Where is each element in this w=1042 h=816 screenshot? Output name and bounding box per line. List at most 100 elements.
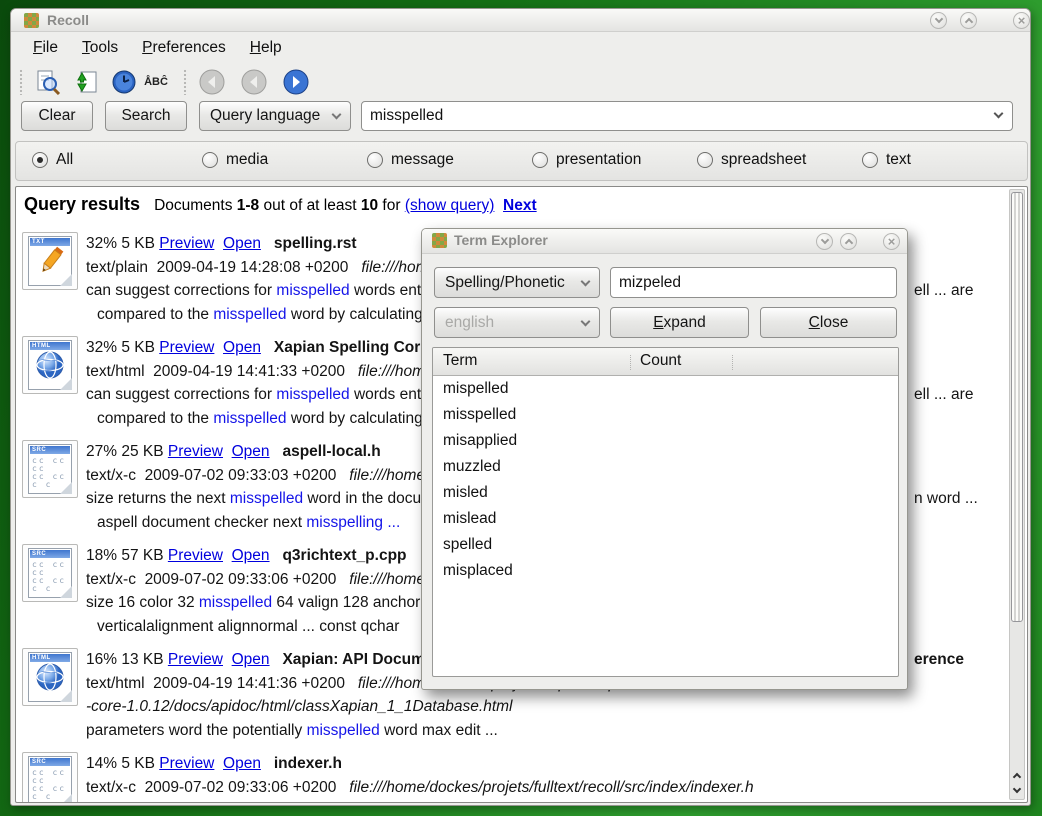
term-row[interactable]: spelled xyxy=(433,532,898,558)
toolbar-grip[interactable] xyxy=(183,69,188,95)
result-link[interactable]: Preview xyxy=(159,235,214,252)
result-link[interactable]: Preview xyxy=(159,339,214,356)
column-separator[interactable] xyxy=(732,355,733,370)
document-history-icon[interactable] xyxy=(109,68,139,96)
toolbar-grip[interactable] xyxy=(19,69,24,95)
term-row[interactable]: mispelled xyxy=(433,376,898,402)
text-segment: word by calculating ... xyxy=(287,410,440,427)
sort-parameters-icon[interactable] xyxy=(71,68,101,96)
menubar: File Tools Preferences Help xyxy=(11,33,1030,63)
scroll-up-button[interactable] xyxy=(1011,767,1023,782)
result-link[interactable]: Open xyxy=(232,443,270,460)
next-page-icon[interactable] xyxy=(281,68,311,96)
text-segment: size 16 color 32 xyxy=(86,594,199,611)
language-dropdown[interactable]: english xyxy=(434,307,600,338)
term-input[interactable] xyxy=(610,267,897,298)
result-title-line: 14% 5 KB Preview Open indexer.h xyxy=(86,752,1003,776)
column-header-term[interactable]: Term xyxy=(443,352,477,370)
text-segment: Documents xyxy=(154,197,237,214)
results-summary: Documents 1-8 out of at least 10 for (sh… xyxy=(154,197,537,215)
result-link[interactable]: Open xyxy=(223,339,261,356)
text-segment: spelling.rst xyxy=(274,235,357,252)
column-header-count[interactable]: Count xyxy=(640,352,681,370)
text-segment: q3richtext_p.cpp xyxy=(282,547,406,564)
text-segment: word max edit ... xyxy=(380,722,498,739)
count-cell xyxy=(633,454,898,480)
result-link[interactable]: Open xyxy=(223,235,261,252)
search-query-input[interactable] xyxy=(361,101,1013,131)
close-button[interactable]: × xyxy=(1013,12,1030,29)
term-row[interactable]: mislead xyxy=(433,506,898,532)
search-button[interactable]: Search xyxy=(105,101,187,131)
result-link[interactable]: Open xyxy=(232,651,270,668)
chevron-up-icon xyxy=(1013,772,1021,780)
result-link[interactable]: Preview xyxy=(159,755,214,772)
count-cell xyxy=(633,428,898,454)
result-link[interactable]: (show query) xyxy=(405,197,495,214)
maximize-button[interactable] xyxy=(960,12,977,29)
text-segment: aspell-local.h xyxy=(282,443,380,460)
close-icon: × xyxy=(888,235,896,248)
term-cell: misapplied xyxy=(433,428,633,454)
term-explorer-icon[interactable]: ÅBĈ xyxy=(141,68,171,96)
radio-selected-icon xyxy=(32,152,48,168)
text-segment xyxy=(270,651,283,668)
filter-text[interactable]: text xyxy=(862,151,911,169)
filter-spreadsheet[interactable]: spreadsheet xyxy=(697,151,806,169)
term-row[interactable]: misapplied xyxy=(433,428,898,454)
filter-all[interactable]: All xyxy=(32,151,73,169)
menu-help[interactable]: Help xyxy=(240,36,292,60)
advanced-search-icon[interactable] xyxy=(33,68,63,96)
text-segment: 18% 57 KB xyxy=(86,547,168,564)
result-link[interactable]: Preview xyxy=(168,651,223,668)
radio-icon xyxy=(367,152,383,168)
expansion-mode-dropdown[interactable]: Spelling/Phonetic xyxy=(434,267,600,298)
term-row[interactable]: muzzled xyxy=(433,454,898,480)
clear-button[interactable]: Clear xyxy=(21,101,93,131)
previous-page-icon[interactable] xyxy=(239,68,269,96)
html-file-icon: HTML xyxy=(22,648,78,706)
result-link[interactable]: Open xyxy=(232,547,270,564)
window-titlebar[interactable]: Recoll × xyxy=(11,9,1030,32)
text-segment: 14% 5 KB xyxy=(86,755,159,772)
term-row[interactable]: misplaced xyxy=(433,558,898,584)
filter-presentation[interactable]: presentation xyxy=(532,151,641,169)
text-segment: text/x-c 2009-07-02 09:33:06 +0200 xyxy=(86,571,349,588)
menu-preferences[interactable]: Preferences xyxy=(132,36,236,60)
text-segment xyxy=(261,339,274,356)
scrollbar-thumb[interactable] xyxy=(1011,192,1023,622)
dialog-minimize-button[interactable] xyxy=(816,233,833,250)
query-language-dropdown[interactable]: Query language xyxy=(199,101,351,131)
scroll-down-button[interactable] xyxy=(1011,783,1023,798)
minimize-button[interactable] xyxy=(930,12,947,29)
term-table-header: Term Count xyxy=(433,348,898,376)
menu-tools[interactable]: Tools xyxy=(72,36,128,60)
menu-file[interactable]: File xyxy=(23,36,68,60)
filter-media[interactable]: media xyxy=(202,151,268,169)
term-cell: misspelled xyxy=(433,402,633,428)
dialog-close-action-button[interactable]: Close xyxy=(760,307,897,338)
chevron-down-icon xyxy=(934,15,942,23)
text-segment xyxy=(223,443,232,460)
source-file-icon: SRC cc cc cc cc cc c c xyxy=(22,752,78,803)
term-row[interactable]: misspelled xyxy=(433,402,898,428)
source-file-icon: SRC cc cc cc cc cc c c xyxy=(22,440,78,498)
first-page-icon[interactable] xyxy=(197,68,227,96)
text-segment xyxy=(214,235,223,252)
filter-message[interactable]: message xyxy=(367,151,454,169)
result-link[interactable]: Open xyxy=(223,755,261,772)
results-scrollbar[interactable] xyxy=(1009,189,1025,800)
result-link[interactable]: Next xyxy=(503,197,537,214)
result-link[interactable]: Preview xyxy=(168,547,223,564)
dialog-titlebar[interactable]: Term Explorer × xyxy=(422,229,907,254)
text-segment: text/html 2009-04-19 14:41:36 +0200 xyxy=(86,675,358,692)
expand-button[interactable]: Expand xyxy=(610,307,749,338)
count-cell xyxy=(633,402,898,428)
dialog-close-button[interactable]: × xyxy=(883,233,900,250)
count-cell xyxy=(633,506,898,532)
column-separator[interactable] xyxy=(630,355,631,370)
text-segment xyxy=(261,235,274,252)
result-link[interactable]: Preview xyxy=(168,443,223,460)
dialog-maximize-button[interactable] xyxy=(840,233,857,250)
term-row[interactable]: misled xyxy=(433,480,898,506)
